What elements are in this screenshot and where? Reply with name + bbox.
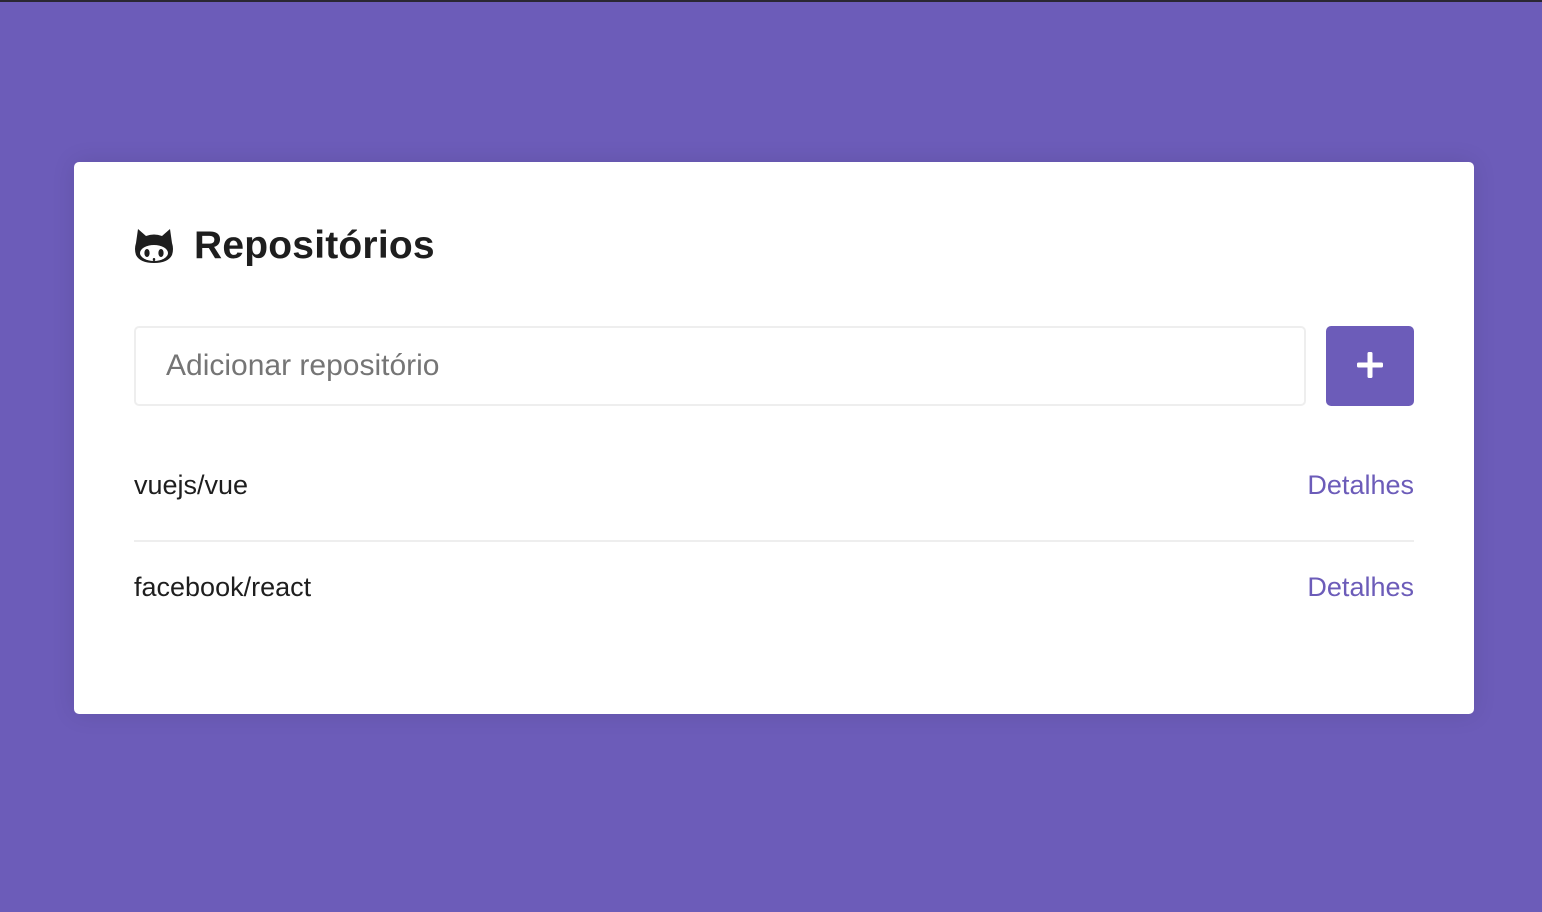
repository-input[interactable] xyxy=(134,326,1306,406)
card-header: Repositórios xyxy=(134,222,1414,270)
page-title: Repositórios xyxy=(194,224,435,267)
repository-name: facebook/react xyxy=(134,572,312,602)
add-repository-form xyxy=(134,326,1414,406)
list-item: facebook/react Detalhes xyxy=(134,540,1414,633)
details-link[interactable]: Detalhes xyxy=(1307,572,1414,603)
repository-name: vuejs/vue xyxy=(134,470,249,500)
list-item: vuejs/vue Detalhes xyxy=(134,466,1414,540)
add-repository-button[interactable] xyxy=(1326,326,1414,406)
repository-card: Repositórios vuejs/vue Detalhes facebook… xyxy=(74,162,1474,714)
plus-icon xyxy=(1357,351,1383,381)
github-icon xyxy=(134,226,174,266)
details-link[interactable]: Detalhes xyxy=(1307,470,1414,501)
repository-list: vuejs/vue Detalhes facebook/react Detalh… xyxy=(134,466,1414,633)
